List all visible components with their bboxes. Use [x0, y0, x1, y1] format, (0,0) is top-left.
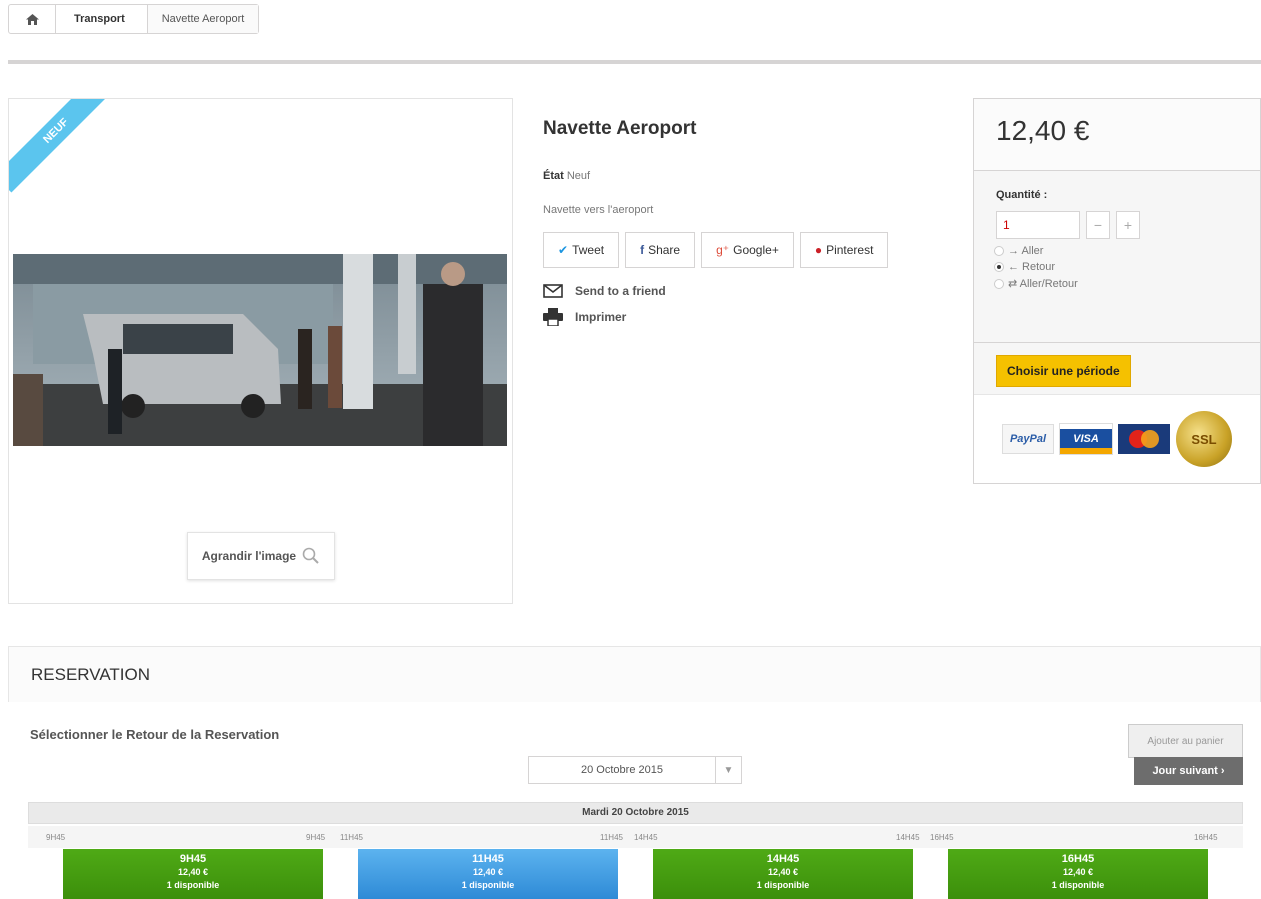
divider: [8, 60, 1261, 64]
tweet-label: Tweet: [572, 243, 605, 257]
radio-retour[interactable]: [994, 262, 1004, 272]
tweet-button[interactable]: ✔ Tweet: [543, 232, 620, 268]
chevron-down-icon[interactable]: ▼: [715, 757, 741, 783]
slot-time: 16H45: [1061, 853, 1095, 865]
time-slot-14h45[interactable]: 14H45 12,40 € 1 disponible: [653, 849, 913, 899]
send-to-friend-link[interactable]: Send to a friend: [543, 284, 943, 298]
mastercard-logo: [1118, 424, 1170, 454]
time-mark: 14H45: [634, 833, 658, 842]
twitter-icon: ✔: [558, 243, 569, 257]
slot-availability: 1 disponible: [461, 880, 515, 890]
quantity-increase-button[interactable]: +: [1116, 211, 1140, 239]
product-description: Navette vers l'aeroport: [543, 204, 654, 216]
product-title: Navette Aeroport: [543, 118, 697, 139]
time-slot-11h45[interactable]: 11H45 12,40 € 1 disponible: [358, 849, 618, 899]
time-mark: 9H45: [46, 833, 66, 842]
facebook-icon: f: [640, 243, 645, 257]
slot-time: 14H45: [766, 853, 800, 865]
slot-time: 11H45: [472, 853, 504, 865]
slot-availability: 1 disponible: [1051, 880, 1105, 890]
option-aller-retour[interactable]: ⇄ Aller/Retour: [994, 277, 1260, 290]
option-retour-label: ← Retour: [1008, 261, 1056, 273]
pinterest-button[interactable]: ● Pinterest: [799, 232, 889, 268]
option-aller[interactable]: → Aller: [994, 245, 1260, 257]
google-plus-icon: g⁺: [716, 243, 730, 257]
ssl-badge: SSL: [1176, 411, 1232, 467]
date-select[interactable]: 20 Octobre 2015 ▼: [528, 756, 742, 784]
buy-box: 12,40 € Quantité : 1 − + → Aller ← Retou…: [973, 98, 1261, 484]
breadcrumb-item-current: Navette Aeroport: [146, 5, 259, 33]
slot-time: 9H45: [179, 853, 207, 865]
condition-label: État: [543, 170, 564, 182]
google-plus-button[interactable]: g⁺ Google+: [701, 232, 794, 268]
option-retour[interactable]: ← Retour: [994, 261, 1260, 273]
time-scale: 9H45 9H45 11H45 11H45 14H45 14H45 16H45 …: [28, 826, 1243, 848]
slot-availability: 1 disponible: [166, 880, 220, 890]
next-day-button[interactable]: Jour suivant ›: [1134, 757, 1243, 785]
breadcrumb: Transport Navette Aeroport: [8, 4, 260, 34]
time-mark: 11H45: [600, 833, 623, 842]
slot-price: 12,40 €: [1062, 867, 1094, 877]
breadcrumb-item-transport[interactable]: Transport: [55, 5, 147, 33]
zoom-label: Agrandir l'image: [201, 549, 297, 563]
option-aller-label: → Aller: [1008, 245, 1044, 257]
home-icon[interactable]: [9, 5, 55, 33]
quantity-label: Quantité :: [996, 189, 1048, 201]
add-to-cart-button[interactable]: Ajouter au panier: [1128, 724, 1243, 758]
choose-period-button[interactable]: Choisir une période: [996, 355, 1131, 387]
new-badge: NEUF: [9, 99, 118, 193]
time-mark: 16H45: [930, 833, 954, 842]
zoom-button[interactable]: Agrandir l'image: [187, 532, 335, 580]
pinterest-label: Pinterest: [826, 243, 874, 257]
quantity-area: Quantité : 1 − + → Aller ← Retour ⇄ Alle…: [974, 171, 1260, 343]
time-mark: 14H45: [896, 833, 920, 842]
magnifier-icon: [302, 547, 319, 564]
share-label: Share: [648, 243, 681, 257]
time-mark: 9H45: [306, 833, 326, 842]
time-mark: 11H45: [340, 833, 363, 842]
calendar-day-header: Mardi 20 Octobre 2015: [28, 802, 1243, 824]
radio-aller-retour[interactable]: [994, 278, 1004, 289]
social-share: ✔ Tweet f Share g⁺ Google+ ● Pinterest: [543, 232, 943, 268]
slot-price: 12,40 €: [767, 867, 799, 877]
reservation-header: RESERVATION: [8, 646, 1261, 702]
option-aller-retour-label: ⇄ Aller/Retour: [1008, 278, 1078, 290]
visa-logo: VISA: [1059, 423, 1113, 455]
slot-price: 12,40 €: [472, 867, 504, 877]
google-plus-label: Google+: [733, 243, 779, 257]
time-slot-9h45[interactable]: 9H45 12,40 € 1 disponible: [63, 849, 323, 899]
paypal-logo: PayPal: [1002, 424, 1054, 454]
print-link[interactable]: Imprimer: [543, 308, 943, 326]
quantity-decrease-button[interactable]: −: [1086, 211, 1110, 239]
slot-availability: 1 disponible: [756, 880, 810, 890]
send-to-friend-label: Send to a friend: [575, 284, 666, 298]
date-value: 20 Octobre 2015: [581, 764, 663, 776]
direction-options: → Aller ← Retour ⇄ Aller/Retour: [994, 245, 1260, 290]
pinterest-icon: ●: [814, 243, 823, 257]
choose-period-area: Choisir une période: [974, 343, 1260, 395]
printer-icon: [543, 308, 563, 326]
reservation-subtitle: Sélectionner le Retour de la Reservation: [30, 727, 280, 742]
product-image-block: NEUF Agrandir l'image: [8, 98, 513, 604]
print-label: Imprimer: [575, 310, 627, 324]
product-photo[interactable]: [13, 254, 507, 446]
product-condition: État Neuf: [543, 170, 943, 182]
time-slot-16h45[interactable]: 16H45 12,40 € 1 disponible: [948, 849, 1208, 899]
condition-value: Neuf: [566, 170, 591, 182]
slot-price: 12,40 €: [177, 867, 209, 877]
share-button[interactable]: f Share: [625, 232, 696, 268]
radio-aller[interactable]: [994, 246, 1004, 256]
time-mark: 16H45: [1194, 833, 1218, 842]
envelope-icon: [543, 284, 563, 298]
product-info: Navette Aeroport État Neuf Navette vers …: [543, 118, 943, 326]
quantity-input[interactable]: 1: [996, 211, 1080, 239]
payment-logos: PayPal VISA SSL: [974, 395, 1260, 483]
product-price: 12,40 €: [974, 99, 1260, 171]
